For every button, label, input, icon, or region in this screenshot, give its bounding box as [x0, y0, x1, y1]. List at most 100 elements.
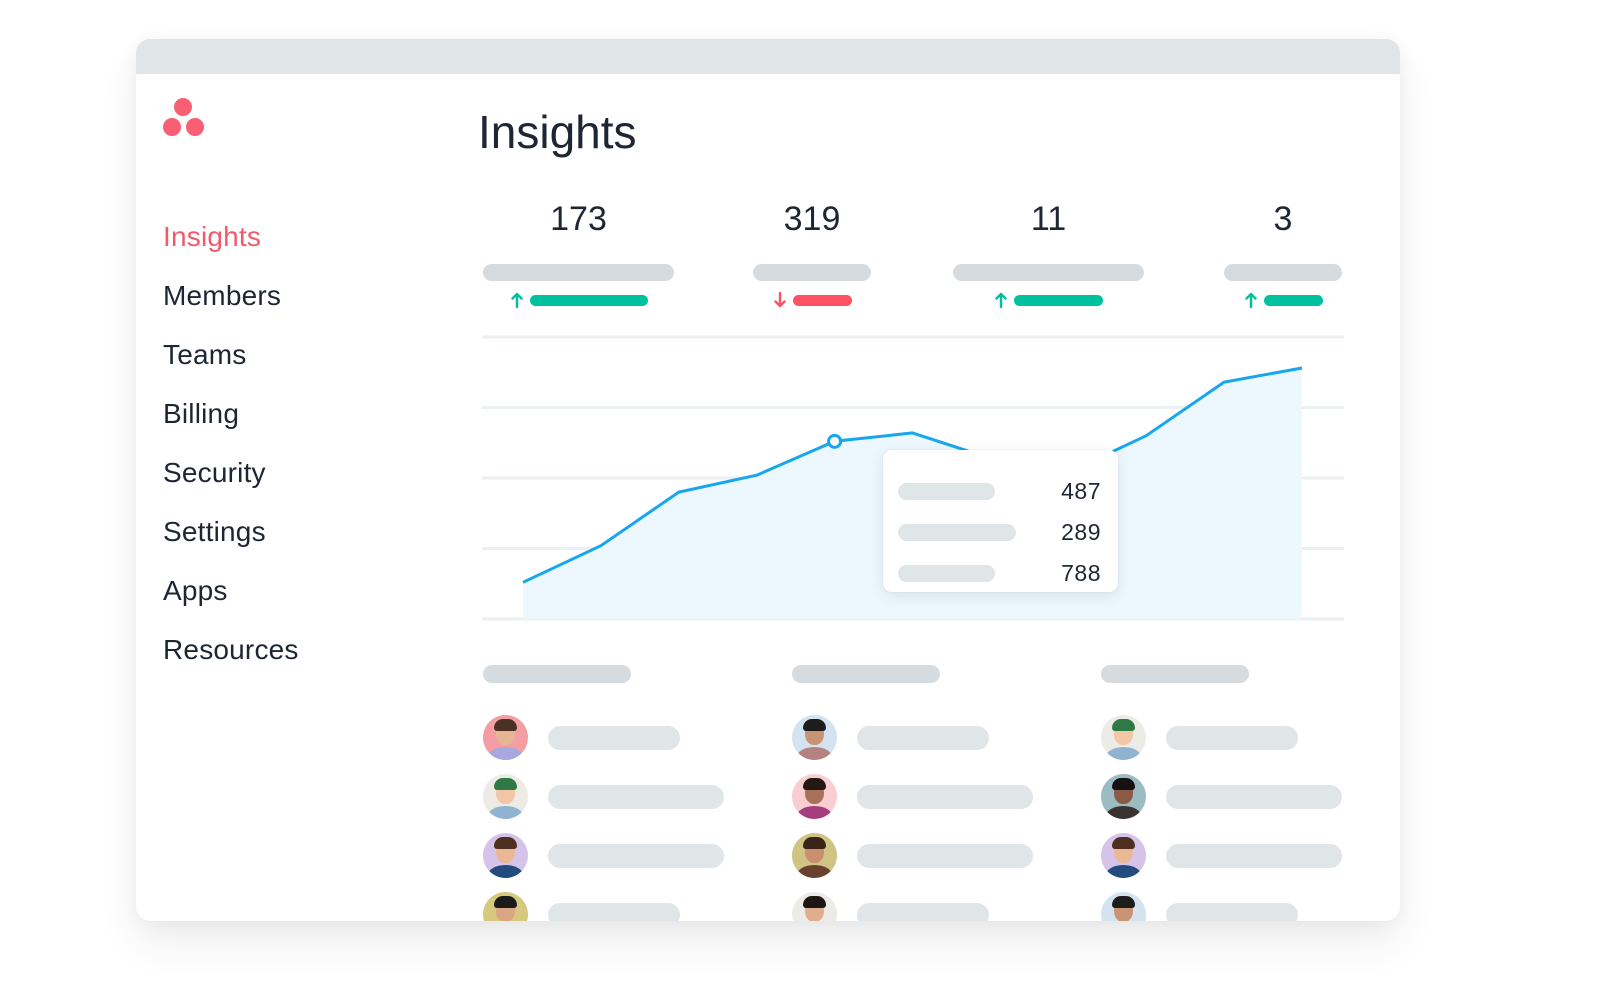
tooltip-row: 788	[898, 560, 1101, 586]
trend-bar	[529, 294, 648, 306]
avatar[interactable]	[1101, 833, 1146, 878]
three-dots-logo-icon[interactable]	[163, 98, 205, 136]
avatar-body	[488, 747, 523, 760]
avatar-body	[1106, 747, 1141, 760]
member-column	[483, 665, 724, 921]
member-row[interactable]	[1101, 892, 1298, 921]
avatar-hair	[494, 896, 517, 908]
member-row[interactable]	[483, 774, 724, 819]
avatar[interactable]	[483, 833, 528, 878]
member-name-placeholder	[548, 784, 724, 809]
member-row[interactable]	[483, 715, 680, 760]
stat-trend	[1224, 292, 1342, 308]
sidebar-item-members[interactable]: Members	[163, 266, 299, 325]
stat-card: 11	[953, 197, 1144, 308]
member-name-placeholder	[548, 902, 680, 921]
avatar[interactable]	[792, 892, 837, 921]
member-name-placeholder	[1166, 784, 1342, 809]
avatar-body	[488, 806, 523, 819]
avatar[interactable]	[483, 892, 528, 921]
member-name-placeholder	[857, 725, 989, 750]
arrow-down-icon	[773, 292, 786, 308]
sidebar-nav: Insights Members Teams Billing Security …	[163, 207, 299, 679]
logo-dot-left	[163, 118, 181, 136]
stat-value: 173	[550, 200, 607, 238]
avatar-hair	[1112, 896, 1135, 908]
column-header-placeholder	[1101, 665, 1249, 683]
logo-dot-top	[174, 98, 192, 116]
member-name-placeholder	[857, 902, 989, 921]
chart-data-point[interactable]	[1216, 374, 1232, 390]
chart-data-point[interactable]	[905, 425, 921, 441]
stat-value: 3	[1273, 200, 1293, 238]
avatar-hair	[803, 837, 826, 849]
stat-label-placeholder	[953, 264, 1144, 281]
sidebar-item-billing[interactable]: Billing	[163, 384, 299, 443]
member-name-placeholder	[1166, 902, 1298, 921]
sidebar-item-security[interactable]: Security	[163, 443, 299, 502]
stat-label-placeholder	[753, 264, 871, 281]
stat-value: 319	[783, 200, 841, 238]
stat-card: 173	[483, 197, 674, 308]
member-row[interactable]	[483, 892, 680, 921]
sidebar-item-apps[interactable]: Apps	[163, 561, 299, 620]
avatar[interactable]	[483, 774, 528, 819]
member-column	[1101, 665, 1342, 921]
avatar-hair	[494, 837, 517, 849]
sidebar-item-teams[interactable]: Teams	[163, 325, 299, 384]
stat-label-placeholder	[1224, 264, 1342, 281]
avatar-hair	[803, 896, 826, 908]
chart-highlight-marker[interactable]	[827, 433, 843, 449]
avatar[interactable]	[1101, 774, 1146, 819]
arrow-up-icon	[510, 292, 523, 308]
tooltip-label-placeholder	[898, 482, 995, 500]
logo-dot-right	[186, 118, 204, 136]
avatar-hair	[803, 719, 826, 731]
member-row[interactable]	[792, 833, 1033, 878]
avatar-body	[797, 806, 832, 819]
tooltip-value: 788	[1061, 559, 1101, 586]
column-header-placeholder	[483, 665, 631, 683]
chart-data-point[interactable]	[749, 467, 765, 483]
avatar[interactable]	[792, 833, 837, 878]
member-name-placeholder	[1166, 725, 1298, 750]
avatar[interactable]	[1101, 715, 1146, 760]
stat-card: 319	[753, 197, 871, 308]
avatar[interactable]	[1101, 892, 1146, 921]
stat-trend	[483, 292, 674, 308]
member-row[interactable]	[792, 715, 989, 760]
member-name-placeholder	[857, 784, 1033, 809]
avatar-hair	[1112, 837, 1135, 849]
member-row[interactable]	[483, 833, 724, 878]
tooltip-label-placeholder	[898, 564, 995, 582]
chart-data-point[interactable]	[671, 484, 687, 500]
sidebar-item-resources[interactable]: Resources	[163, 620, 299, 679]
avatar[interactable]	[483, 715, 528, 760]
member-row[interactable]	[1101, 833, 1342, 878]
member-name-placeholder	[857, 843, 1033, 868]
tooltip-row: 487	[898, 478, 1101, 504]
stat-trend	[953, 292, 1144, 308]
avatar-body	[488, 865, 523, 878]
avatar[interactable]	[792, 774, 837, 819]
chart-data-point[interactable]	[593, 538, 609, 554]
tooltip-value: 487	[1061, 477, 1101, 504]
sidebar-item-settings[interactable]: Settings	[163, 502, 299, 561]
member-row[interactable]	[792, 774, 1033, 819]
member-row[interactable]	[1101, 715, 1298, 760]
avatar-hair	[1112, 719, 1135, 731]
avatar-body	[1106, 806, 1141, 819]
avatar[interactable]	[792, 715, 837, 760]
sidebar-item-insights[interactable]: Insights	[163, 207, 299, 266]
member-row[interactable]	[792, 892, 989, 921]
member-row[interactable]	[1101, 774, 1342, 819]
arrow-up-icon	[1244, 292, 1257, 308]
avatar-hair	[494, 778, 517, 790]
member-name-placeholder	[548, 843, 724, 868]
avatar-body	[797, 747, 832, 760]
trend-bar	[792, 294, 852, 306]
stat-label-placeholder	[483, 264, 674, 281]
chart-data-point[interactable]	[1294, 360, 1310, 376]
chart-data-point[interactable]	[515, 574, 531, 590]
chart-data-point[interactable]	[1138, 428, 1154, 444]
